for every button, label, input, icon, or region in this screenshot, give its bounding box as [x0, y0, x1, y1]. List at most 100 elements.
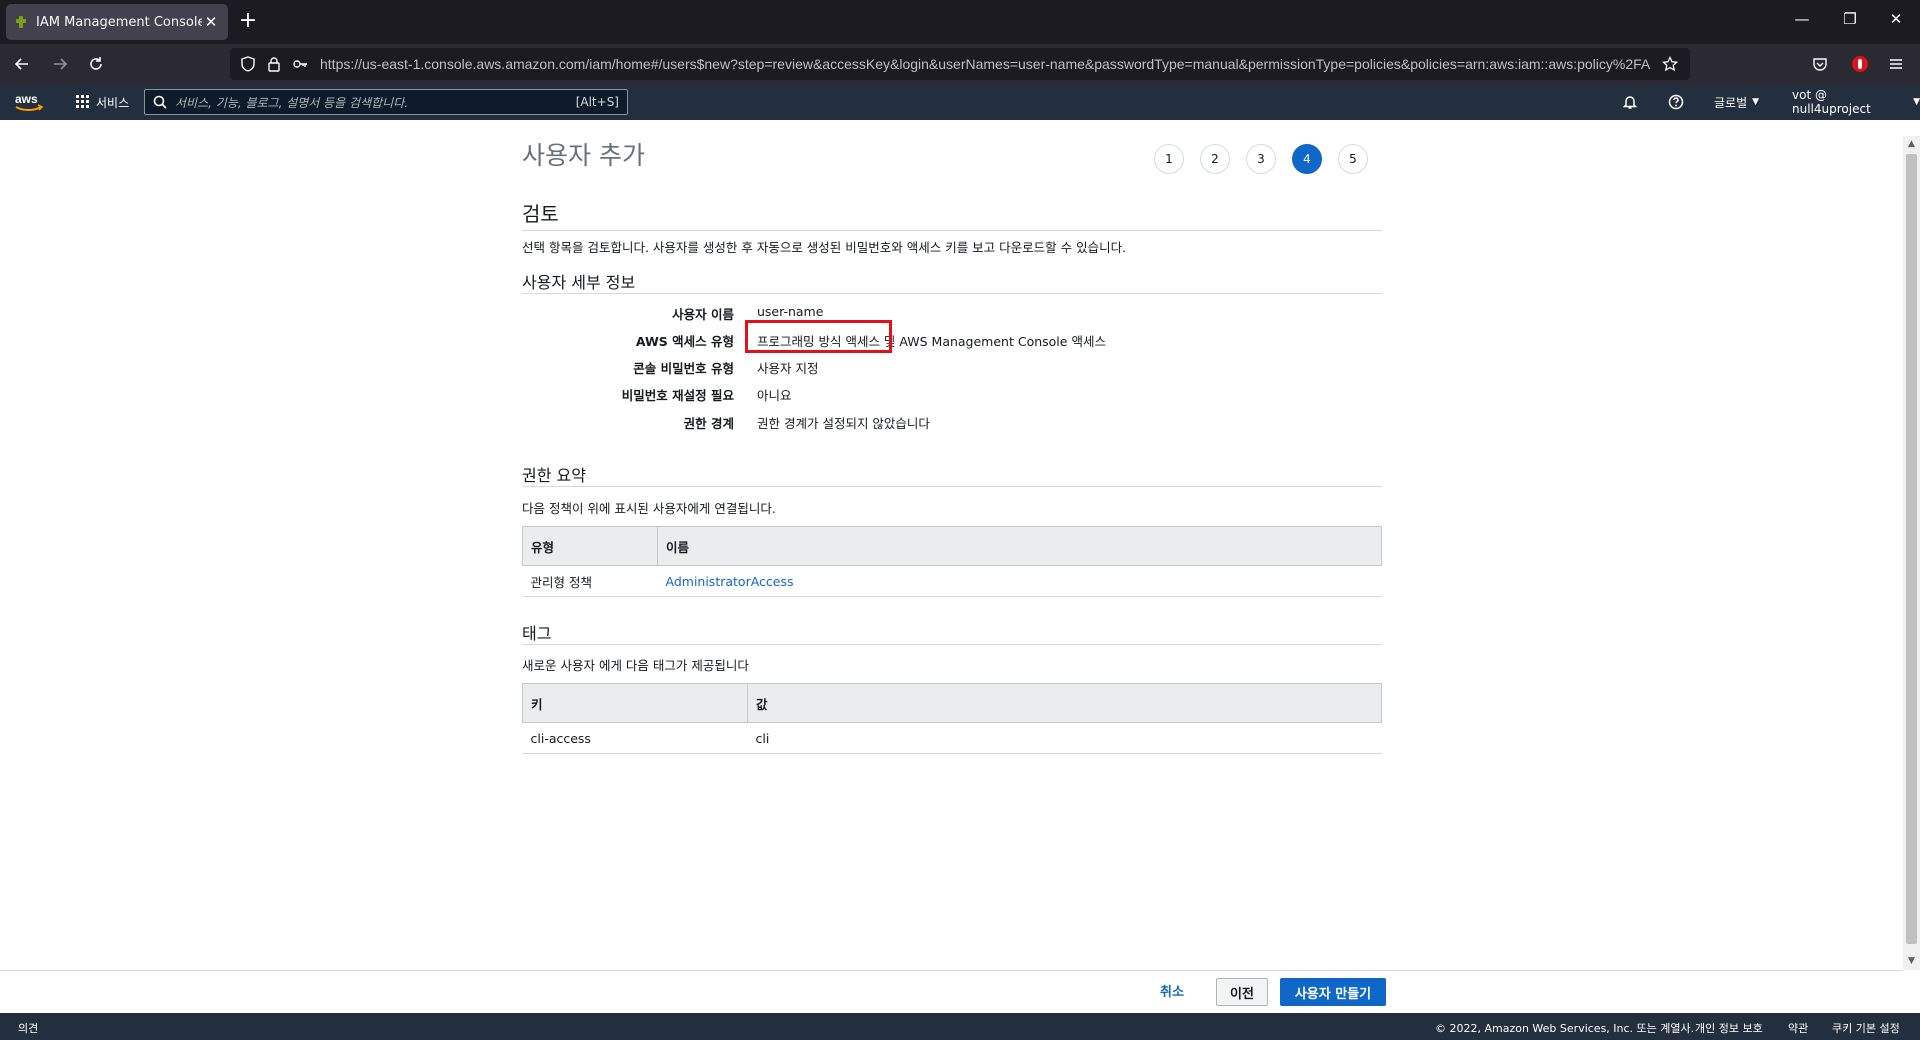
extension-icon[interactable]: [1848, 52, 1872, 76]
new-tab-icon[interactable]: +: [236, 9, 260, 33]
divider: [522, 644, 1382, 645]
account-label: vot @ null4uproject: [1792, 88, 1871, 116]
browser-tab-title: IAM Management Console: [36, 14, 202, 30]
cookie-preferences-link[interactable]: 쿠키 기본 설정: [1832, 1020, 1900, 1036]
minimize-window-icon[interactable]: —: [1790, 10, 1814, 28]
policy-link[interactable]: AdministratorAccess: [666, 574, 794, 589]
vertical-scrollbar[interactable]: ▲ ▼: [1903, 136, 1920, 970]
wizard-step-1[interactable]: 1: [1154, 144, 1184, 174]
review-description: 선택 항목을 검토합니다. 사용자를 생성한 후 자동으로 생성된 비밀번호와 …: [522, 240, 1127, 255]
url-text[interactable]: https://us-east-1.console.aws.amazon.com…: [320, 48, 1650, 80]
services-menu[interactable]: 서비스: [76, 84, 129, 120]
lock-icon[interactable]: [266, 56, 282, 72]
cancel-button[interactable]: 취소: [1160, 981, 1184, 1000]
search-icon: [153, 95, 167, 109]
wizard-action-bar: 취소 이전 사용자 만들기: [0, 970, 1903, 1013]
divider: [522, 293, 1382, 294]
detail-row-access-type: AWS 액세스 유형 프로그래밍 방식 액세스 및 AWS Management…: [522, 331, 1382, 353]
create-user-button[interactable]: 사용자 만들기: [1280, 978, 1386, 1006]
search-shortcut-hint: [Alt+S]: [575, 95, 619, 109]
detail-row-username: 사용자 이름 user-name: [522, 304, 1382, 326]
column-header-type[interactable]: 유형: [522, 526, 658, 566]
forward-icon[interactable]: [48, 52, 72, 76]
detail-label: 사용자 이름: [672, 307, 734, 322]
services-grid-icon: [76, 95, 89, 108]
aws-logo-icon[interactable]: aws: [14, 91, 44, 113]
wizard-step-3[interactable]: 3: [1246, 144, 1276, 174]
scroll-down-icon[interactable]: ▼: [1903, 953, 1920, 970]
permissions-table: 유형 이름 관리형 정책 AdministratorAccess: [522, 526, 1382, 597]
review-heading: 검토: [522, 202, 559, 226]
column-header-name[interactable]: 이름: [657, 526, 1382, 566]
permissions-description: 다음 정책이 위에 표시된 사용자에게 연결됩니다.: [522, 501, 776, 516]
column-header-value[interactable]: 값: [747, 683, 1382, 723]
page-title: 사용자 추가: [522, 141, 645, 170]
restore-window-icon[interactable]: ❐: [1838, 10, 1862, 28]
key-icon[interactable]: [292, 56, 308, 72]
tags-description: 새로운 사용자 에게 다음 태그가 제공됩니다: [522, 658, 749, 673]
close-window-icon[interactable]: ✕: [1884, 10, 1908, 28]
divider: [522, 230, 1382, 231]
table-header-row: 유형 이름: [522, 526, 1382, 566]
previous-button[interactable]: 이전: [1216, 978, 1268, 1006]
help-icon[interactable]: [1668, 84, 1684, 120]
user-details-heading: 사용자 세부 정보: [522, 273, 636, 292]
table-row: cli-access cli: [522, 722, 1382, 754]
services-label: 서비스: [96, 95, 130, 110]
policy-type-cell: 관리형 정책: [522, 565, 658, 597]
detail-row-permission-boundary: 권한 경계 권한 경계가 설정되지 않았습니다: [522, 413, 1382, 435]
tag-key-cell: cli-access: [522, 722, 748, 754]
account-menu[interactable]: vot @ null4uproject ▼: [1792, 84, 1920, 120]
notifications-bell-icon[interactable]: [1622, 84, 1638, 120]
region-label: 글로벌: [1714, 95, 1748, 110]
detail-row-password-reset: 비밀번호 재설정 필요 아니요: [522, 385, 1382, 407]
terms-link[interactable]: 약관: [1788, 1020, 1808, 1036]
copyright-text: © 2022, Amazon Web Services, Inc. 또는 계열사…: [1435, 1022, 1695, 1035]
back-icon[interactable]: [10, 52, 34, 76]
reload-icon[interactable]: [84, 52, 108, 76]
detail-label: 콘솔 비밀번호 유형: [633, 361, 734, 376]
chevron-down-icon: ▼: [1913, 97, 1920, 107]
detail-value: user-name: [757, 304, 824, 319]
browser-tab[interactable]: IAM Management Console ✕: [6, 4, 228, 40]
divider: [522, 486, 1382, 487]
scroll-up-icon[interactable]: ▲: [1903, 136, 1920, 153]
region-selector[interactable]: 글로벌 ▼: [1714, 84, 1759, 120]
detail-value: 사용자 지정: [757, 361, 819, 376]
detail-value: 아니요: [757, 388, 792, 403]
wizard-steps: 1 2 3 4 5: [1154, 144, 1368, 174]
detail-row-password-type: 콘솔 비밀번호 유형 사용자 지정: [522, 358, 1382, 380]
iam-favicon-icon: [16, 16, 26, 28]
console-footer: 의견 © 2022, Amazon Web Services, Inc. 또는 …: [0, 1013, 1920, 1040]
feedback-link[interactable]: 의견: [18, 1020, 38, 1036]
detail-label: 권한 경계: [683, 416, 734, 431]
svg-text:aws: aws: [15, 92, 38, 106]
detail-label: AWS 액세스 유형: [635, 334, 734, 349]
permissions-summary-heading: 권한 요약: [522, 466, 586, 485]
pocket-icon[interactable]: [1808, 52, 1832, 76]
wizard-step-2[interactable]: 2: [1200, 144, 1230, 174]
table-header-row: 키 값: [522, 683, 1382, 723]
wizard-step-4-active[interactable]: 4: [1292, 144, 1322, 174]
menu-icon[interactable]: [1884, 52, 1908, 76]
browser-tab-bar: IAM Management Console ✕ + — ❐ ✕: [0, 0, 1920, 44]
shield-icon[interactable]: [240, 56, 256, 72]
tags-table: 키 값 cli-access cli: [522, 683, 1382, 754]
tags-heading: 태그: [522, 624, 552, 643]
table-row: 관리형 정책 AdministratorAccess: [522, 565, 1382, 597]
privacy-link[interactable]: 개인 정보 보호: [1695, 1020, 1763, 1036]
tab-close-icon[interactable]: ✕: [202, 13, 220, 31]
detail-value: 권한 경계가 설정되지 않았습니다: [757, 416, 930, 431]
console-search[interactable]: [Alt+S]: [144, 89, 628, 116]
tag-value-cell: cli: [747, 722, 1382, 754]
chevron-down-icon: ▼: [1752, 97, 1760, 107]
search-input[interactable]: [173, 90, 537, 116]
scrollbar-thumb[interactable]: [1906, 154, 1917, 944]
aws-console-header: aws 서비스 [Alt+S] 글로벌 ▼ vot @ null4uprojec…: [0, 84, 1920, 120]
wizard-step-5: 5: [1338, 144, 1368, 174]
detail-label: 비밀번호 재설정 필요: [621, 388, 734, 403]
browser-nav-bar: https://us-east-1.console.aws.amazon.com…: [0, 44, 1920, 84]
column-header-key[interactable]: 키: [522, 683, 748, 723]
address-bar[interactable]: https://us-east-1.console.aws.amazon.com…: [230, 48, 1690, 80]
bookmark-star-icon[interactable]: [1662, 56, 1678, 72]
